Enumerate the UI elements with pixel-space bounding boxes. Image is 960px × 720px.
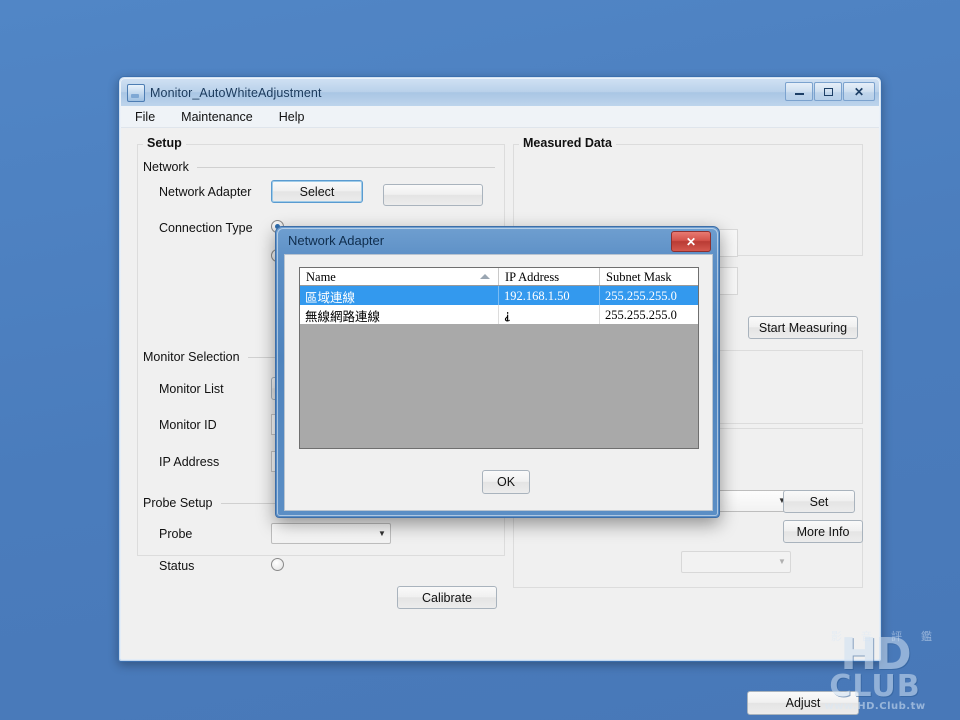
table-header-row: Name IP Address Subnet Mask <box>300 268 698 286</box>
minimize-icon <box>794 93 804 95</box>
probe-label: Probe <box>159 527 193 541</box>
chevron-down-icon: ▼ <box>778 557 786 566</box>
column-header-mask-label: Subnet Mask <box>606 269 672 284</box>
monitor-selection-section-label: Monitor Selection <box>143 350 240 364</box>
cell-ip-address: ⸘ <box>499 305 600 324</box>
probe-combo[interactable]: ▼ <box>271 523 391 544</box>
dialog-body: Name IP Address Subnet Mask 區域連線 192.168… <box>284 254 713 511</box>
cell-name: 區域連線 <box>300 286 499 305</box>
status-label: Status <box>159 559 195 573</box>
measured-data-group-title: Measured Data <box>519 136 616 150</box>
menu-bar: File Maintenance Help <box>121 106 879 128</box>
start-measuring-button[interactable]: Start Measuring <box>748 316 858 339</box>
menu-item-maintenance[interactable]: Maintenance <box>181 108 265 126</box>
application-icon <box>127 83 145 102</box>
close-icon: ✕ <box>853 84 865 99</box>
maximize-button[interactable] <box>814 82 842 101</box>
table-empty-area <box>300 324 698 448</box>
more-info-button[interactable]: More Info <box>783 520 863 543</box>
cell-subnet-mask: 255.255.255.0 <box>605 288 677 303</box>
dialog-close-button[interactable]: ✕ <box>671 231 711 252</box>
select-adapter-button[interactable]: Select <box>271 180 363 203</box>
network-adapter-dialog: Network Adapter ✕ Name IP Address Subnet… <box>275 226 720 518</box>
monitor-id-label: Monitor ID <box>159 418 217 432</box>
cell-ip-address: 192.168.1.50 <box>499 286 600 305</box>
adjust-button[interactable]: Adjust <box>747 691 859 715</box>
window-title: Monitor_AutoWhiteAdjustment <box>150 85 322 100</box>
chevron-down-icon: ▼ <box>378 528 386 538</box>
column-header-name-label: Name <box>306 269 336 284</box>
column-header-ip-address[interactable]: IP Address <box>499 268 600 285</box>
desktop-background: Monitor_AutoWhiteAdjustment ✕ File Maint… <box>0 0 960 720</box>
column-header-ip-label: IP Address <box>505 269 560 284</box>
column-header-name[interactable]: Name <box>300 268 499 285</box>
minimize-button[interactable] <box>785 82 813 101</box>
probe-setup-section-label: Probe Setup <box>143 496 213 510</box>
network-section-header: Network <box>143 160 495 174</box>
dialog-ok-button[interactable]: OK <box>482 470 530 494</box>
close-button[interactable]: ✕ <box>843 82 875 101</box>
window-controls: ✕ <box>785 82 875 101</box>
dialog-title: Network Adapter <box>288 233 385 248</box>
column-header-subnet-mask[interactable]: Subnet Mask <box>600 268 698 285</box>
close-icon: ✕ <box>685 234 697 249</box>
table-row[interactable]: 無線網路連線 ⸘ 255.255.255.0 <box>300 305 698 324</box>
status-indicator <box>271 558 284 571</box>
network-section-label: Network <box>143 160 189 174</box>
ip-address-label: IP Address <box>159 455 220 469</box>
menu-item-help[interactable]: Help <box>279 108 317 126</box>
network-extra-button[interactable] <box>383 184 483 206</box>
set-button[interactable]: Set <box>783 490 855 513</box>
network-adapter-label: Network Adapter <box>159 185 252 199</box>
table-row[interactable]: 區域連線 192.168.1.50 255.255.255.0 <box>300 286 698 305</box>
main-titlebar[interactable]: Monitor_AutoWhiteAdjustment ✕ <box>121 79 879 106</box>
cell-name: 無線網路連線 <box>300 305 499 324</box>
menu-item-file[interactable]: File <box>135 108 167 126</box>
cell-subnet-mask: 255.255.255.0 <box>605 307 677 322</box>
sort-ascending-icon <box>480 274 490 279</box>
network-section-rule <box>196 166 495 168</box>
setup-group-title: Setup <box>143 136 186 150</box>
calibrate-button[interactable]: Calibrate <box>397 586 497 609</box>
maximize-icon <box>823 87 833 96</box>
adapter-list-table[interactable]: Name IP Address Subnet Mask 區域連線 192.168… <box>299 267 699 449</box>
monitor-list-label: Monitor List <box>159 382 224 396</box>
right-combo-2[interactable]: ▼ <box>681 551 791 573</box>
connection-type-label: Connection Type <box>159 221 253 235</box>
